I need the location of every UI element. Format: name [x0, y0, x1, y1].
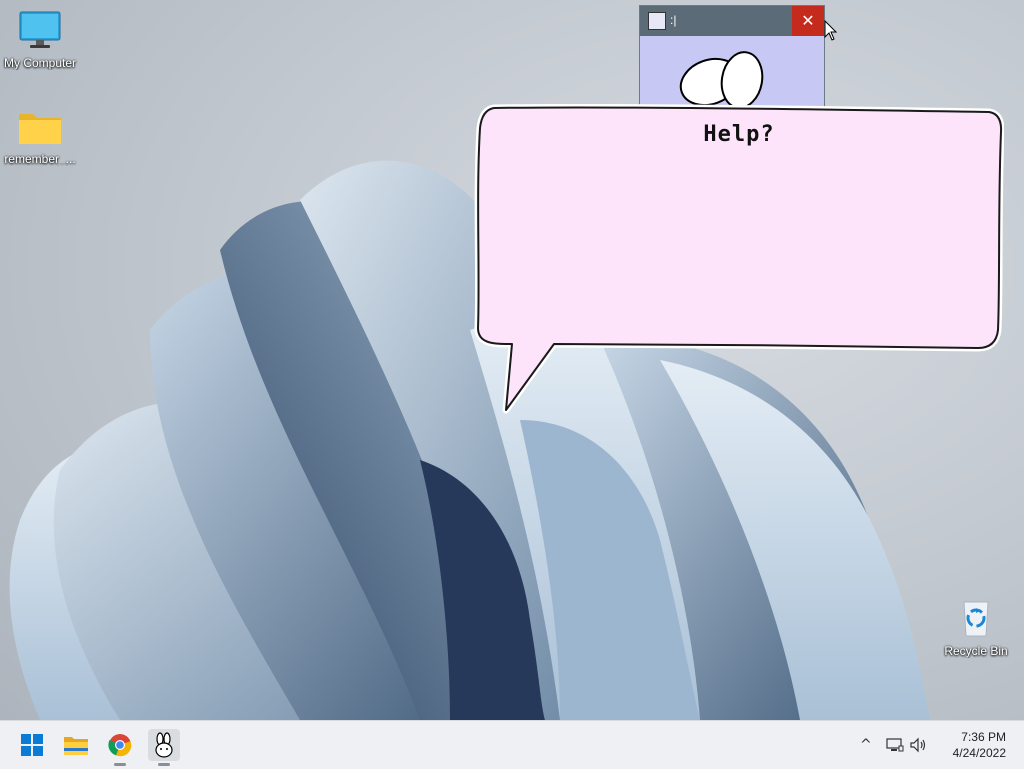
running-indicator [158, 763, 170, 766]
desktop-icon-label: remember_... [4, 152, 76, 166]
taskbar: ^ 7:36 PM 4/24/2022 [0, 720, 1024, 769]
show-hidden-icons-button[interactable]: ^ [860, 737, 872, 753]
pet-app-title: :| [670, 13, 677, 27]
mouse-cursor-icon [824, 20, 838, 41]
recycle-bin-icon [963, 601, 989, 637]
bunny-icon [648, 12, 666, 30]
running-indicator [114, 763, 126, 766]
desktop-icon-label: Recycle Bin [944, 644, 1008, 658]
windows-logo-icon [21, 734, 43, 756]
monitor-icon [19, 11, 61, 48]
clock[interactable]: 7:36 PM 4/24/2022 [953, 729, 1006, 761]
pet-app-button[interactable] [148, 729, 180, 766]
close-button[interactable]: ✕ [792, 6, 824, 36]
network-icon[interactable] [886, 737, 904, 753]
clock-time: 7:36 PM [961, 730, 1006, 744]
volume-icon[interactable] [910, 737, 928, 753]
folder-icon [64, 737, 88, 755]
system-tray: ^ [860, 721, 928, 769]
speech-bubble: Help? [474, 103, 1005, 416]
desktop-icon-label: My Computer [3, 56, 77, 70]
desktop-icon-recycle-bin[interactable]: Recycle Bin [936, 598, 1016, 658]
file-explorer-button[interactable] [60, 729, 92, 761]
pet-app-title-bar[interactable]: :| ✕ [640, 6, 824, 36]
speech-bubble-shape [474, 103, 1005, 414]
desktop-icon-my-computer[interactable]: My Computer [0, 10, 80, 70]
chrome-icon [108, 734, 132, 757]
desktop-icon-remember-folder[interactable]: remember_... [0, 108, 80, 166]
clock-date: 4/24/2022 [952, 746, 1006, 760]
speech-bubble-text: Help? [703, 122, 775, 147]
folder-icon [19, 114, 61, 144]
desktop: My Computer remember_... Recycle Bin :| … [0, 0, 1024, 720]
start-button[interactable] [16, 729, 48, 761]
bunny-icon [155, 732, 173, 758]
chrome-button[interactable] [104, 729, 136, 766]
